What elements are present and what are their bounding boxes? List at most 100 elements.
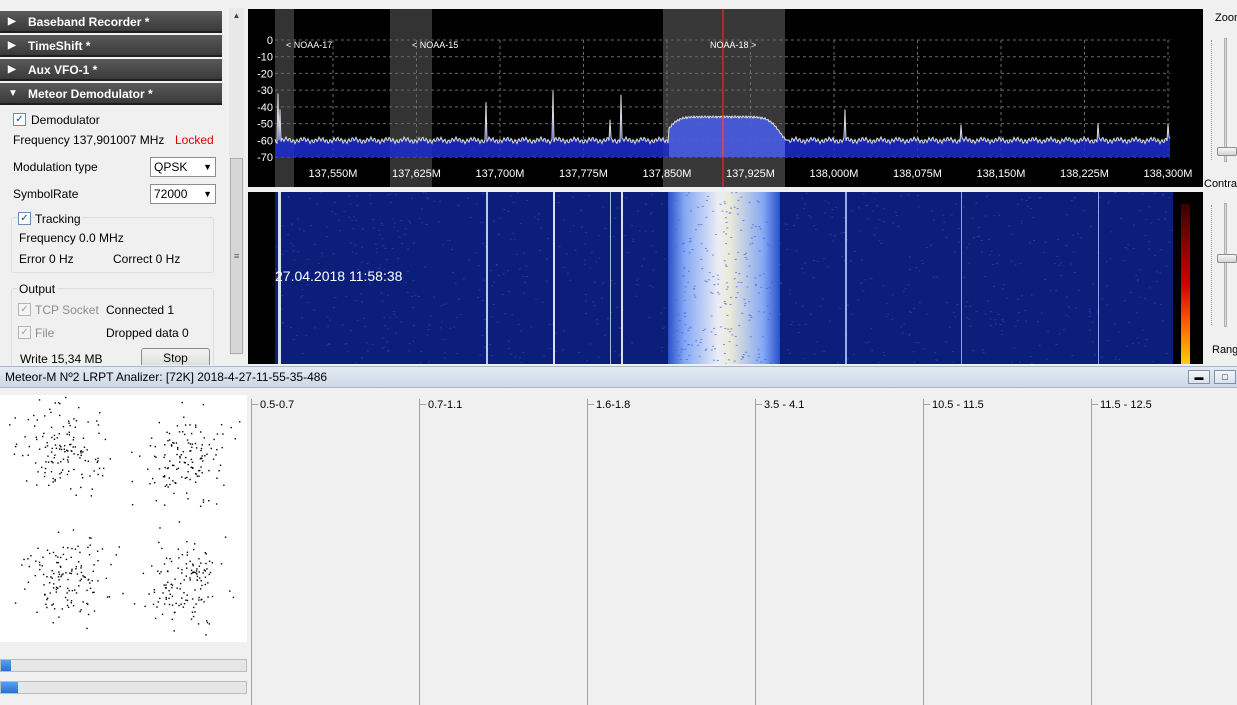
frequency-tick-label: 137,775M [559, 168, 608, 180]
waterfall-noise [741, 356, 744, 358]
waterfall-noise [750, 227, 753, 229]
constellation-point [174, 578, 176, 580]
waterfall-noise [968, 262, 971, 264]
tcp-socket-checkbox[interactable]: ✓ [18, 303, 31, 316]
waterfall-noise [909, 269, 912, 271]
plugin-header-aux-vfo[interactable]: ▶ Aux VFO-1 * [0, 59, 222, 81]
zoom-slider-thumb[interactable] [1217, 147, 1237, 156]
constellation-point [87, 421, 89, 423]
waterfall-noise [595, 319, 598, 321]
plugin-header-baseband-recorder[interactable]: ▶ Baseband Recorder * [0, 11, 222, 33]
scrollbar-thumb[interactable]: ≡ [230, 158, 243, 354]
constellation-point [51, 570, 53, 572]
constellation-point [51, 604, 53, 606]
stop-button[interactable]: Stop [141, 348, 210, 365]
constellation-point [35, 560, 37, 562]
constellation-point [80, 452, 82, 454]
constellation-point [68, 589, 70, 592]
constellation-point [75, 420, 78, 422]
waterfall-noise [442, 304, 445, 306]
waterfall-noise [678, 320, 681, 322]
constellation-point [41, 565, 43, 567]
constellation-point [204, 576, 207, 578]
waterfall-noise [902, 290, 905, 292]
constellation-point [73, 418, 75, 420]
constellation-point [151, 477, 154, 480]
constellation-point [195, 570, 198, 572]
waterfall-noise [672, 356, 675, 358]
plugin-panel: ▶ Baseband Recorder * ▶ TimeShift * ▶ Au… [0, 0, 248, 365]
waterfall-noise [460, 313, 463, 315]
constellation-point [181, 401, 183, 404]
waterfall-noise [796, 217, 799, 219]
constellation-point [93, 470, 95, 472]
output-group-label: Output [17, 282, 58, 296]
constellation-point [52, 481, 54, 483]
contrast-slider-ticks [1211, 205, 1215, 325]
waterfall-noise [748, 314, 751, 316]
spectrum-display[interactable]: 0 -10 -20 -30 -40 -50 -60 -70 137,550M 137,625M 13… [248, 9, 1203, 187]
waterfall-noise [729, 304, 732, 306]
constellation-point [203, 601, 205, 603]
plugin-header-meteor-demodulator[interactable]: ▼ Meteor Demodulator * [0, 83, 222, 105]
waterfall-noise [866, 218, 869, 220]
constellation-point [104, 438, 107, 441]
tracking-correct: Correct 0 Hz [113, 252, 181, 266]
waterfall-noise [420, 351, 423, 353]
waterfall-carrier-line [610, 192, 611, 364]
constellation-point [163, 584, 165, 586]
tracking-checkbox[interactable]: ✓ [18, 212, 31, 225]
waterfall-noise [994, 319, 997, 321]
waterfall-noise [926, 313, 929, 315]
waterfall-noise [1159, 272, 1162, 274]
waterfall-noise [404, 281, 407, 283]
plugin-header-timeshift[interactable]: ▶ TimeShift * [0, 35, 222, 57]
file-checkbox[interactable]: ✓ [18, 326, 31, 339]
waterfall-noise [355, 300, 358, 302]
waterfall-noise [383, 346, 386, 348]
constellation-point [163, 563, 166, 565]
waterfall-carrier-line [553, 192, 555, 364]
constellation-point [82, 451, 84, 453]
constellation-point [153, 455, 156, 458]
waterfall-noise [563, 266, 566, 268]
constellation-point [91, 488, 93, 490]
constellation-point [200, 447, 203, 450]
plugin-panel-scrollbar[interactable]: ▲ ≡ [229, 8, 244, 355]
waterfall-noise [351, 251, 354, 253]
waterfall-noise [942, 229, 945, 231]
analyzer-window-titlebar[interactable]: Meteor-M Nº2 LRPT Analizer: [72K] 2018-4… [0, 366, 1237, 388]
waterfall-noise [519, 357, 522, 359]
waterfall-noise [985, 196, 988, 198]
waterfall-noise [724, 217, 727, 219]
constellation-point [60, 448, 63, 451]
waterfall-noise [748, 265, 751, 267]
constellation-point [67, 547, 69, 549]
waterfall-noise [1115, 356, 1118, 358]
waterfall-noise [422, 192, 425, 194]
waterfall-noise [332, 253, 335, 255]
maximize-icon[interactable]: □ [1214, 370, 1236, 384]
waterfall-display[interactable]: 27.04.2018 11:58:38 [248, 192, 1203, 364]
waterfall-noise [1142, 329, 1145, 331]
constellation-point [208, 469, 210, 472]
waterfall-noise [698, 355, 701, 357]
waterfall-noise [1106, 285, 1109, 287]
waterfall-noise [1148, 248, 1151, 250]
modulation-type-select[interactable]: QPSK ▼ [150, 157, 216, 177]
contrast-slider-track[interactable] [1224, 203, 1227, 327]
waterfall-noise [522, 252, 525, 254]
demodulator-checkbox[interactable]: ✓ [13, 113, 26, 126]
contrast-slider-thumb[interactable] [1217, 254, 1237, 263]
waterfall-noise [742, 219, 745, 221]
waterfall-noise [623, 234, 626, 236]
symbolrate-select[interactable]: 72000 ▼ [150, 184, 216, 204]
minimize-icon[interactable]: ▬ [1188, 370, 1210, 384]
waterfall-noise [716, 291, 719, 293]
satellite-marker-label: NOAA-18 > [710, 40, 756, 50]
waterfall-noise [433, 296, 436, 298]
waterfall-noise [563, 330, 566, 332]
scroll-up-arrow-icon[interactable]: ▲ [229, 8, 244, 24]
constellation-point [57, 556, 59, 558]
zoom-slider-track[interactable] [1224, 38, 1227, 162]
